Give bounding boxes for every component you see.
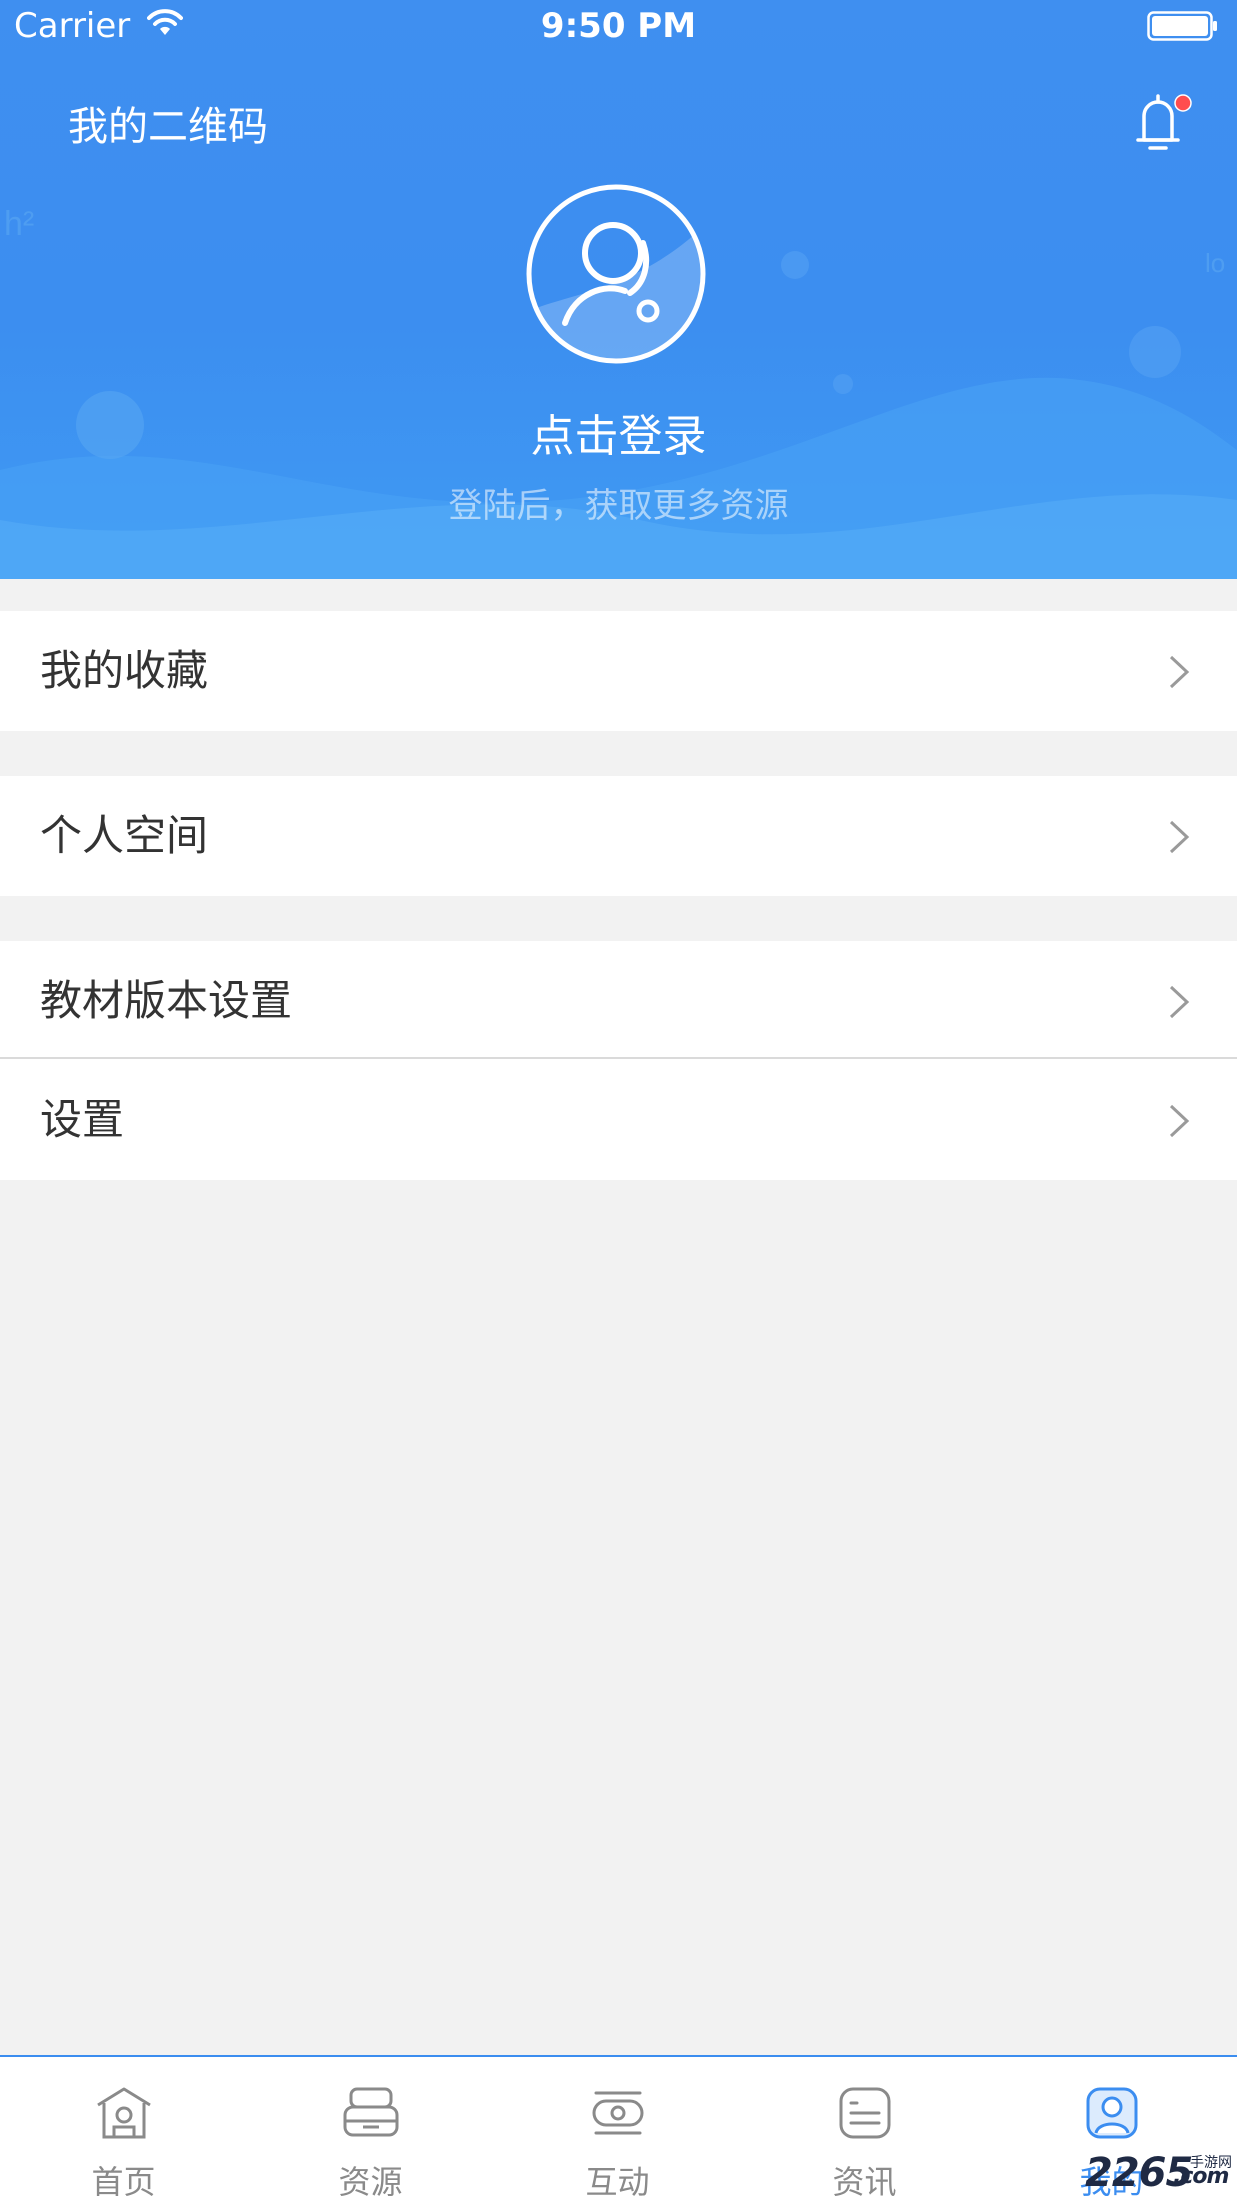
menu-item-label: 个人空间 (40, 811, 209, 860)
watermark-caption: 手游网 (1190, 2155, 1232, 2171)
tab-news[interactable]: 资讯 (741, 2057, 988, 2203)
status-clock: 9:50 PM (540, 6, 697, 46)
menu-item-favorites[interactable]: 我的收藏 (0, 611, 1237, 731)
interact-icon (592, 2091, 644, 2135)
menu-item-settings[interactable]: 设置 (0, 1060, 1237, 1180)
resources-icon (343, 2087, 399, 2137)
menu-divider (0, 1057, 1237, 1059)
menu-item-textbook-version[interactable]: 教材版本设置 (0, 941, 1237, 1061)
tab-label: 资讯 (832, 2163, 897, 2201)
battery-icon (1147, 11, 1217, 41)
tab-home[interactable]: 首页 (0, 2057, 247, 2203)
tab-resources[interactable]: 资源 (247, 2057, 494, 2203)
login-subtitle: 登陆后，获取更多资源 (448, 486, 789, 526)
chevron-right-icon (1169, 820, 1190, 854)
notification-button[interactable] (1130, 90, 1192, 154)
menu-item-label: 我的收藏 (40, 646, 209, 695)
my-qr-code-link[interactable]: 我的二维码 (68, 94, 268, 152)
notification-badge (1174, 94, 1192, 112)
tab-interact[interactable]: 互动 (494, 2057, 741, 2203)
menu-item-label: 设置 (40, 1095, 125, 1144)
tab-label: 互动 (585, 2163, 650, 2201)
chevron-right-icon (1169, 1104, 1190, 1138)
bottom-tab-bar: 首页 资源 互动 资讯 我的 (0, 2055, 1237, 2203)
svg-text:h²: h² (4, 205, 34, 243)
home-icon (97, 2087, 151, 2139)
watermark-logo: 2265 .com 手游网 (1085, 2150, 1235, 2200)
tab-label: 首页 (91, 2163, 156, 2201)
chevron-right-icon (1169, 655, 1190, 689)
svg-text:lo: lo (1205, 248, 1225, 278)
chevron-right-icon (1169, 985, 1190, 1019)
user-icon (1086, 2087, 1138, 2139)
menu-item-label: 教材版本设置 (40, 976, 293, 1025)
login-prompt[interactable]: 点击登录 (0, 400, 1237, 464)
status-bar: Carrier 9:50 PM (0, 0, 1237, 52)
login-avatar[interactable] (525, 183, 707, 365)
menu-item-personal-space[interactable]: 个人空间 (0, 776, 1237, 896)
profile-header: h² lo Carrier 9:50 PM 我的二维码 点击登录 登陆后，获取更… (0, 0, 1237, 579)
news-icon (839, 2087, 891, 2139)
tab-label: 资源 (338, 2163, 403, 2201)
